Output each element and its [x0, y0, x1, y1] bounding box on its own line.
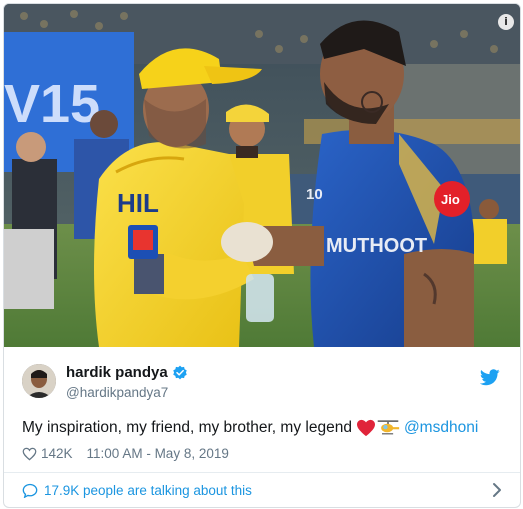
helicopter-icon — [377, 420, 400, 435]
jio-logo-text: Jio — [441, 192, 460, 207]
tweet-text-content: My inspiration, my friend, my brother, m… — [22, 419, 352, 436]
verified-badge-icon — [172, 365, 187, 379]
mi-jersey-text: MUTHOOT — [326, 235, 427, 257]
author-handle[interactable]: @hardikpandya7 — [66, 385, 168, 400]
tweet-meta: 142K 11:00 AM - May 8, 2019 — [22, 446, 229, 461]
conversation-link[interactable]: 17.9K people are talking about this — [4, 473, 520, 507]
info-icon[interactable]: i — [498, 14, 514, 30]
backdrop-board-text: V15 — [4, 74, 100, 134]
twitter-bird-icon[interactable] — [480, 369, 500, 386]
conversation-text[interactable]: 17.9K people are talking about this — [44, 483, 252, 498]
avatar[interactable] — [22, 364, 56, 398]
mention-link[interactable]: @msdhoni — [404, 419, 478, 437]
like-heart-icon[interactable] — [22, 447, 37, 461]
display-name[interactable]: hardik pandya — [66, 364, 168, 381]
author-name-row[interactable]: hardik pandya — [66, 364, 188, 381]
csk-jersey-text: HIL — [117, 188, 159, 218]
tweet-body: hardik pandya @hardikpandya7 My inspirat… — [4, 347, 520, 507]
tweet-photo[interactable]: V15 HIL Jio MUTHOOT 10 i — [4, 4, 520, 347]
timestamp[interactable]: 11:00 AM - May 8, 2019 — [87, 446, 229, 461]
red-heart-icon — [356, 419, 375, 437]
like-count[interactable]: 142K — [41, 446, 73, 461]
chevron-right-icon[interactable] — [492, 482, 502, 498]
tweet-text: My inspiration, my friend, my brother, m… — [22, 418, 478, 438]
speech-bubble-icon — [22, 483, 38, 498]
tweet-card: V15 HIL Jio MUTHOOT 10 i hardik pandya @… — [3, 3, 521, 508]
board-number-text: 10 — [306, 186, 323, 203]
